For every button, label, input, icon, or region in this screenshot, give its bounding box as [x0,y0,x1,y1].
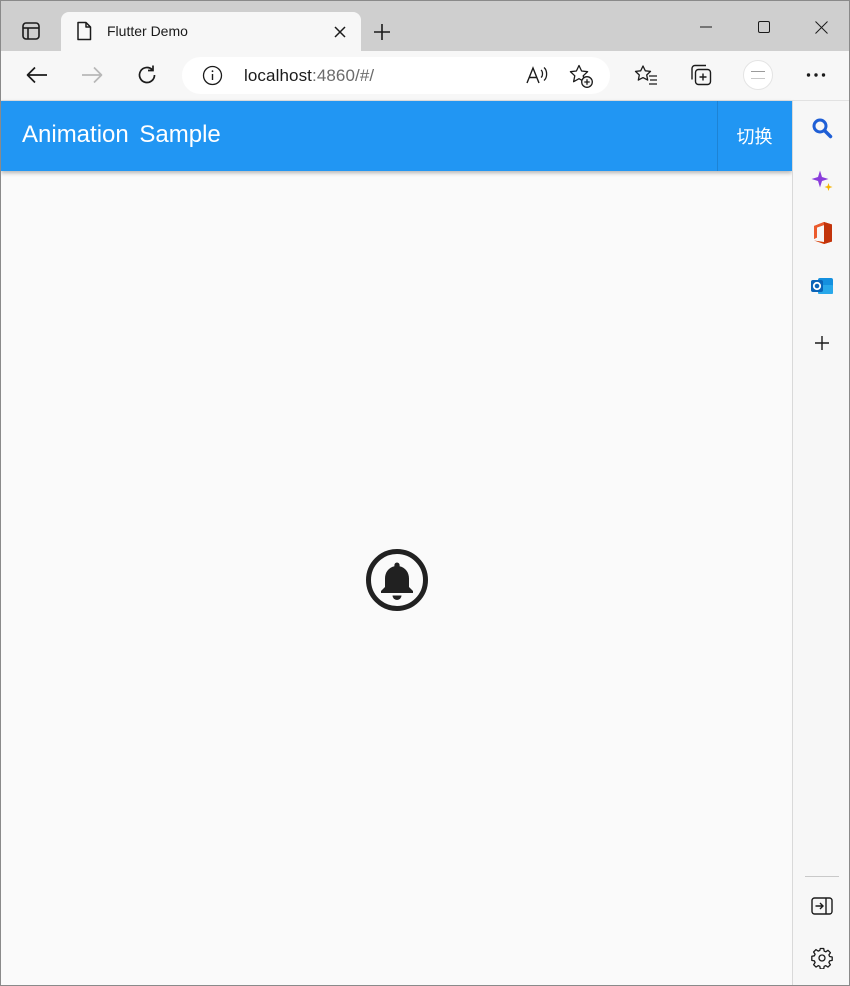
web-content: Animation Sample 切换 [1,101,792,985]
favorites-icon[interactable] [628,57,664,93]
search-icon[interactable] [807,113,837,143]
sidebar-divider [805,876,839,877]
app-bar: Animation Sample 切换 [1,101,792,171]
tab-strip: Flutter Demo [1,1,849,51]
copilot-sparkle-icon[interactable] [807,166,837,196]
tab-actions-icon[interactable] [15,15,47,47]
collections-icon[interactable] [683,57,719,93]
back-icon[interactable] [19,57,55,93]
minimize-icon[interactable] [683,7,729,47]
url-path: :4860/#/ [312,66,375,85]
tab-title: Flutter Demo [107,23,188,39]
url-host: localhost [244,66,312,85]
refresh-icon[interactable] [129,57,165,93]
forward-icon[interactable] [74,57,110,93]
add-sidebar-app-icon[interactable] [807,328,837,358]
more-options-icon[interactable] [798,57,834,93]
page-icon [75,21,93,46]
browser-tab-active[interactable]: Flutter Demo [61,12,361,51]
profile-avatar[interactable] [743,60,773,90]
outlook-icon[interactable] [807,271,837,301]
address-bar[interactable]: localhost:4860/#/ [182,57,610,94]
notifications-bell-icon [365,548,429,612]
read-aloud-icon[interactable] [524,64,550,88]
close-window-icon[interactable] [798,7,844,47]
site-info-icon[interactable] [202,65,223,91]
browser-window: Flutter Demo localhost:4860/#/ Animation… [0,0,850,986]
toggle-button[interactable]: 切换 [717,101,792,171]
settings-gear-icon[interactable] [807,943,837,973]
office-icon[interactable] [807,218,837,248]
url-text: localhost:4860/#/ [244,66,374,86]
maximize-icon[interactable] [741,7,787,47]
browser-sidebar [792,101,849,985]
add-favorite-icon[interactable] [568,63,594,89]
app-title: Animation Sample [22,121,221,148]
new-tab-icon[interactable] [367,17,397,47]
close-tab-icon[interactable] [329,21,351,43]
browser-toolbar: localhost:4860/#/ [1,51,849,101]
hide-sidebar-icon[interactable] [807,891,837,921]
profile-image-icon [751,71,765,79]
